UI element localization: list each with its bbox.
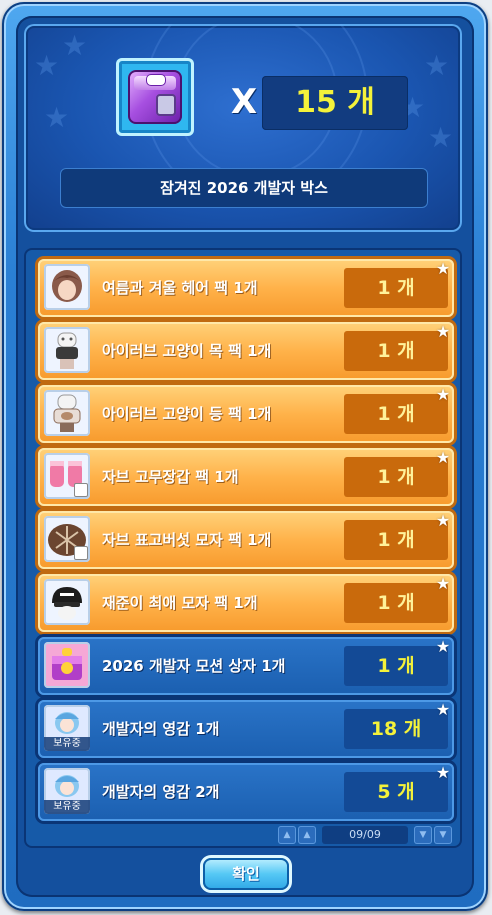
- first-page-button[interactable]: ▲: [278, 826, 296, 844]
- item-quantity: 1 개: [344, 457, 448, 497]
- item-name: 재준이 최애 모자 팩 1개: [102, 594, 258, 612]
- locked-box-icon: [128, 70, 182, 124]
- mushroom-hat-icon: [44, 516, 90, 562]
- list-item[interactable]: 여름과 겨울 헤어 팩 1개 1 개 ★: [38, 259, 454, 317]
- multiplier-symbol: X: [230, 82, 258, 122]
- lock-icon: [156, 94, 176, 116]
- item-quantity: 18 개: [344, 709, 448, 749]
- box-name-label: 잠겨진 2026 개발자 박스: [60, 168, 428, 208]
- list-item[interactable]: 2026 개발자 모션 상자 1개 1 개 ★: [38, 637, 454, 695]
- prev-page-button[interactable]: ▲: [298, 826, 316, 844]
- motion-box-icon: [44, 642, 90, 688]
- item-quantity: 1 개: [344, 583, 448, 623]
- cap-icon: [44, 579, 90, 625]
- reward-summary-panel: ★ ★ ★ ★ ★ ★ X 15 개 잠겨진 2026 개발자 박스: [24, 24, 462, 232]
- star-icon: ★: [435, 700, 451, 719]
- star-icon: ★: [435, 448, 451, 467]
- list-item[interactable]: 보유중 개발자의 영감 1개 18 개 ★: [38, 700, 454, 758]
- background-star-icon: ★: [44, 101, 70, 134]
- list-item[interactable]: 보유중 개발자의 영감 2개 5 개 ★: [38, 763, 454, 821]
- tag-icon: [74, 546, 88, 560]
- cat-back-icon: [44, 390, 90, 436]
- owned-badge: 보유중: [44, 800, 90, 814]
- star-icon: ★: [435, 259, 451, 278]
- background-star-icon: ★: [424, 49, 450, 82]
- item-quantity: 1 개: [344, 520, 448, 560]
- item-name: 자브 표고버섯 모자 팩 1개: [102, 531, 272, 549]
- tag-icon: [74, 483, 88, 497]
- star-icon: ★: [435, 385, 451, 404]
- item-quantity: 1 개: [344, 268, 448, 308]
- cat-neck-icon: [44, 327, 90, 373]
- background-star-icon: ★: [34, 49, 60, 82]
- star-icon: ★: [435, 322, 451, 341]
- inspiration-icon: 보유중: [44, 705, 90, 751]
- star-icon: ★: [435, 511, 451, 530]
- page-indicator: 09/09: [322, 826, 408, 844]
- rubber-gloves-icon: [44, 453, 90, 499]
- star-icon: ★: [435, 637, 451, 656]
- list-item[interactable]: 자브 표고버섯 모자 팩 1개 1 개 ★: [38, 511, 454, 569]
- last-page-button[interactable]: ▼: [434, 826, 452, 844]
- background-star-icon: ★: [62, 29, 88, 62]
- item-name: 개발자의 영감 2개: [102, 783, 220, 801]
- list-item[interactable]: 아이러브 고양이 등 팩 1개 1 개 ★: [38, 385, 454, 443]
- item-name: 2026 개발자 모션 상자 1개: [102, 657, 286, 675]
- item-quantity: 1 개: [344, 646, 448, 686]
- item-name: 아이러브 고양이 등 팩 1개: [102, 405, 272, 423]
- item-name: 아이러브 고양이 목 팩 1개: [102, 342, 272, 360]
- box-tag: [146, 74, 166, 86]
- hair-icon: [44, 264, 90, 310]
- box-item-slot[interactable]: [116, 58, 194, 136]
- item-name: 여름과 겨울 헤어 팩 1개: [102, 279, 258, 297]
- star-icon: ★: [435, 574, 451, 593]
- next-page-button[interactable]: ▼: [414, 826, 432, 844]
- item-name: 개발자의 영감 1개: [102, 720, 220, 738]
- background-star-icon: ★: [428, 121, 454, 154]
- inspiration-icon: 보유중: [44, 768, 90, 814]
- list-item[interactable]: 재준이 최애 모자 팩 1개 1 개 ★: [38, 574, 454, 632]
- item-name: 자브 고무장갑 팩 1개: [102, 468, 239, 486]
- confirm-button[interactable]: 확인: [203, 858, 289, 890]
- box-count: 15 개: [262, 76, 408, 130]
- owned-badge: 보유중: [44, 737, 90, 751]
- star-icon: ★: [435, 763, 451, 782]
- item-quantity: 1 개: [344, 331, 448, 371]
- item-quantity: 5 개: [344, 772, 448, 812]
- list-item[interactable]: 아이러브 고양이 목 팩 1개 1 개 ★: [38, 322, 454, 380]
- list-item[interactable]: 자브 고무장갑 팩 1개 1 개 ★: [38, 448, 454, 506]
- item-quantity: 1 개: [344, 394, 448, 434]
